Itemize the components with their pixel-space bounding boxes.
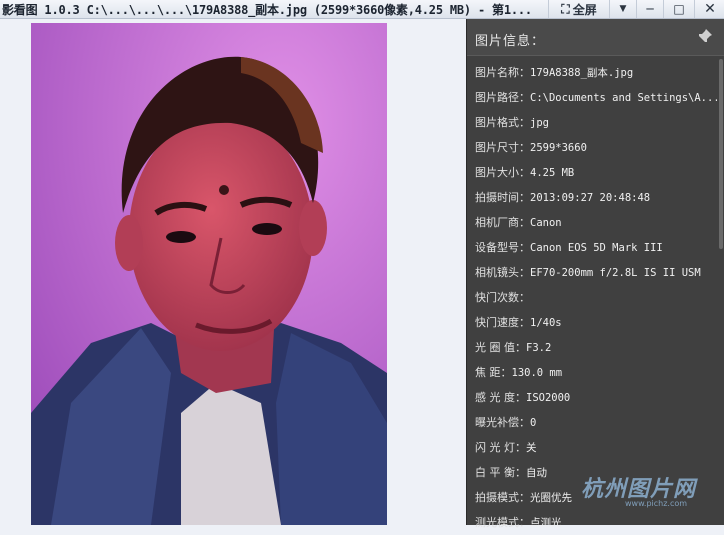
info-rows: 图片名称：179A8388_副本.jpg 图片路径：C:\Documents an… [467, 60, 717, 535]
info-row: 拍摄时间：2013:09:27 20:48:48 [467, 185, 717, 210]
info-row: 相机镜头：EF70-200mm f/2.8L IS II USM [467, 260, 717, 285]
info-label: 图片名称： [475, 66, 530, 79]
minimize-icon: ─ [646, 2, 654, 16]
info-row: 设备型号：Canon EOS 5D Mark III [467, 235, 717, 260]
info-label: 快门速度： [475, 316, 530, 329]
fullscreen-button[interactable]: ⛶ 全屏 [548, 0, 609, 18]
info-label: 拍摄时间： [475, 191, 530, 204]
close-icon: ✕ [704, 1, 716, 17]
info-row: 图片名称：179A8388_副本.jpg [467, 60, 717, 85]
info-row: 图片格式：jpg [467, 110, 717, 135]
image-info-panel[interactable]: 图片信息： 图片名称：179A8388_副本.jpg 图片路径：C:\Docume… [466, 19, 724, 529]
info-label: 图片路径： [475, 91, 530, 104]
watermark: 杭州图片网 www.pichz.com [581, 471, 721, 521]
info-row: 相机厂商：Canon [467, 210, 717, 235]
info-value: 4.25 MB [530, 167, 575, 179]
info-value: ISO2000 [526, 392, 571, 404]
fullscreen-label: 全屏 [572, 2, 597, 17]
panel-title: 图片信息： [475, 34, 546, 49]
photo [31, 23, 387, 525]
info-value: C:\Documents and Settings\A... [530, 92, 717, 104]
title-bar[interactable]: 影看图 1.0.3 C:\...\...\...\179A8388_副本.jpg… [0, 0, 724, 19]
info-value: 0 [530, 417, 537, 429]
panel-scrollbar[interactable] [719, 59, 723, 249]
info-label: 图片大小： [475, 166, 530, 179]
panel-header: 图片信息： [467, 19, 724, 56]
info-label: 快门次数： [475, 291, 530, 304]
fullscreen-icon: ⛶ [561, 1, 570, 16]
info-label: 感 光 度： [475, 391, 526, 404]
info-row: 闪 光 灯：关 [467, 435, 717, 460]
info-value: 130.0 mm [511, 367, 563, 379]
info-row: 光 圈 值：F3.2 [467, 335, 717, 360]
info-label: 图片尺寸： [475, 141, 530, 154]
info-label: 图片格式： [475, 116, 530, 129]
info-value: EF70-200mm f/2.8L IS II USM [530, 267, 701, 279]
info-label: 相机厂商： [475, 216, 530, 229]
info-row: 图片大小：4.25 MB [467, 160, 717, 185]
info-row: 快门速度：1/40s [467, 310, 717, 335]
info-value: Canon [530, 217, 562, 229]
info-row: 图片尺寸：2599*3660 [467, 135, 717, 160]
minimize-button[interactable]: ─ [636, 0, 663, 18]
pin-icon[interactable] [697, 28, 713, 44]
maximize-icon: □ [673, 2, 685, 16]
info-row: 快门次数： [467, 285, 717, 310]
info-label: 焦 距： [475, 366, 512, 379]
portrait-illustration [31, 23, 387, 525]
info-label: 相机镜头： [475, 266, 530, 279]
info-label: 拍摄模式： [475, 491, 530, 504]
info-row: 焦 距：130.0 mm [467, 360, 717, 385]
menu-dropdown-button[interactable]: ▼ [609, 0, 636, 18]
info-value: 1/40s [530, 317, 562, 329]
chevron-down-icon: ▼ [619, 4, 627, 14]
info-row: 图片路径：C:\Documents and Settings\A... [467, 85, 717, 110]
info-value: 光圈优先 [530, 492, 572, 504]
info-value: 179A8388_副本.jpg [530, 67, 634, 79]
info-row: 感 光 度：ISO2000 [467, 385, 717, 410]
info-value: 点测光 [530, 517, 562, 529]
info-row: 曝光补偿：0 [467, 410, 717, 435]
maximize-button[interactable]: □ [663, 0, 694, 18]
info-label: 闪 光 灯： [475, 441, 526, 454]
info-label: 白 平 衡： [475, 466, 526, 479]
info-value: 关 [526, 442, 537, 454]
info-label: 曝光补偿： [475, 416, 530, 429]
close-button[interactable]: ✕ [694, 0, 724, 18]
info-value: jpg [530, 117, 549, 129]
info-value: 2013:09:27 20:48:48 [530, 192, 651, 204]
info-label: 设备型号： [475, 241, 530, 254]
info-value: 2599*3660 [530, 142, 587, 154]
image-viewport[interactable] [0, 19, 466, 525]
info-value: 自动 [526, 467, 547, 479]
info-label: 光 圈 值： [475, 341, 526, 354]
watermark-url: www.pichz.com [625, 499, 688, 508]
info-value: Canon EOS 5D Mark III [530, 242, 663, 254]
window-title: 影看图 1.0.3 C:\...\...\...\179A8388_副本.jpg… [2, 3, 532, 17]
info-value: F3.2 [526, 342, 552, 354]
info-label: 测光模式： [475, 516, 530, 529]
